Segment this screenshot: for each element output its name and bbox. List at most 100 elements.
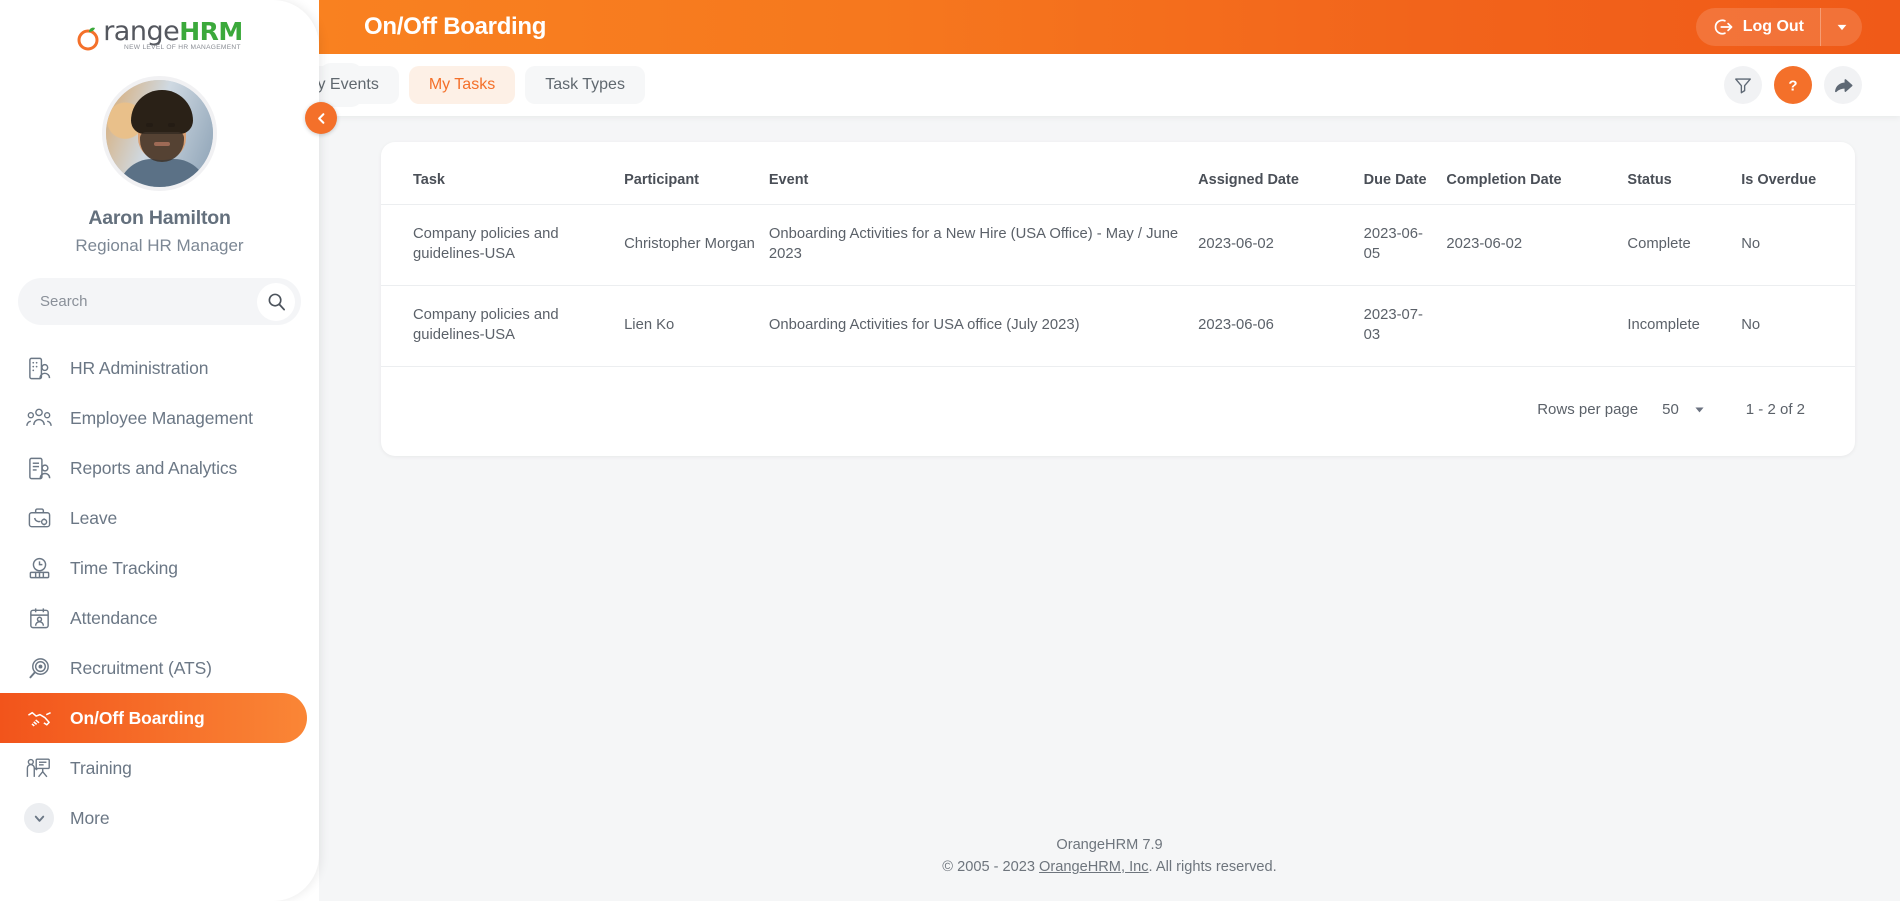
my-tasks-table: Task Participant Event Assigned Date Due…	[381, 142, 1855, 367]
sidebar-item-label: On/Off Boarding	[70, 707, 205, 728]
column-header-assigned-date: Assigned Date	[1198, 142, 1364, 205]
rows-per-page-select[interactable]: 50	[1662, 401, 1706, 418]
more-icon-wrap	[24, 803, 54, 833]
sidebar-item-label: Employee Management	[70, 407, 253, 428]
top-header: On/Off Boarding Log Out	[319, 0, 1900, 54]
search-box	[18, 278, 301, 325]
reports-analytics-icon	[24, 453, 54, 483]
cell-completion-date: 2023-06-02	[1446, 204, 1628, 286]
footer-copyright: © 2005 - 2023 OrangeHRM, Inc. All rights…	[319, 857, 1900, 879]
user-name: Aaron Hamilton	[88, 207, 231, 229]
cell-task: Company policies and guidelines-USA	[381, 204, 625, 286]
orange-logo-icon	[76, 25, 102, 51]
sidebar-item-recruitment-ats[interactable]: Recruitment (ATS)	[0, 643, 307, 693]
onoff-boarding-icon	[24, 703, 54, 733]
table-row[interactable]: Company policies and guidelines-USA Chri…	[381, 204, 1855, 286]
sidebar-item-hr-administration[interactable]: HR Administration	[0, 343, 307, 393]
time-tracking-icon	[24, 553, 54, 583]
cell-event: Onboarding Activities for a New Hire (US…	[768, 204, 1199, 286]
page-title: On/Off Boarding	[364, 13, 547, 40]
logo-text-hrm: HRM	[179, 16, 243, 46]
pagination: Rows per page 50 1 - 2 of 2	[381, 367, 1855, 418]
cell-participant: Lien Ko	[624, 285, 769, 367]
chevron-down-icon	[24, 803, 54, 833]
table-row[interactable]: Company policies and guidelines-USA Lien…	[381, 285, 1855, 367]
chevron-down-icon	[1695, 407, 1704, 413]
pagination-range: 1 - 2 of 2	[1745, 400, 1805, 418]
rows-per-page-label: Rows per page	[1537, 400, 1639, 418]
sidebar-item-reports-and-analytics[interactable]: Reports and Analytics	[0, 443, 307, 493]
sidebar-item-label: HR Administration	[70, 357, 209, 378]
cell-due-date: 2023-07-03	[1363, 285, 1447, 367]
help-icon[interactable]: ?	[1774, 66, 1812, 104]
share-icon[interactable]	[1824, 66, 1862, 104]
sidebar-item-label: Training	[70, 757, 132, 778]
logout-label: Log Out	[1742, 18, 1804, 35]
leave-icon	[24, 503, 54, 533]
column-header-participant: Participant	[624, 142, 769, 205]
hr-administration-icon	[24, 353, 54, 383]
logo-tagline: NEW LEVEL OF HR MANAGEMENT	[124, 43, 241, 51]
column-header-status: Status	[1627, 142, 1742, 205]
cell-status: Incomplete	[1627, 285, 1742, 367]
tasks-card: Task Participant Event Assigned Date Due…	[381, 142, 1855, 456]
employee-management-icon	[24, 403, 54, 433]
cell-due-date: 2023-06-05	[1363, 204, 1447, 286]
sidebar-item-label: Attendance	[70, 607, 158, 628]
cell-task: Company policies and guidelines-USA	[381, 285, 625, 367]
column-header-task: Task	[381, 142, 625, 205]
sidebar-item-label: Leave	[70, 507, 118, 528]
footer-copyright-prefix: © 2005 - 2023	[942, 859, 1040, 876]
sidebar-item-more[interactable]: More	[0, 793, 307, 843]
logout-button[interactable]: Log Out	[1695, 8, 1862, 46]
sidebar-collapse-button[interactable]	[305, 102, 337, 134]
logout-dropdown-toggle[interactable]	[1820, 8, 1862, 46]
sidebar-item-label: Reports and Analytics	[70, 457, 238, 478]
cell-is-overdue: No	[1741, 285, 1855, 367]
tabs-group: Events Employee Tasks My Events My Tasks…	[4, 63, 704, 107]
sidebar-item-onoff-boarding[interactable]: On/Off Boarding	[0, 693, 307, 743]
logout-icon	[1714, 17, 1734, 37]
sidebar-item-leave[interactable]: Leave	[0, 493, 307, 543]
sidebar-item-label: Recruitment (ATS)	[70, 657, 212, 678]
column-header-event: Event	[768, 142, 1199, 205]
tab-bar: Events Employee Tasks My Events My Tasks…	[4, 54, 1900, 116]
sidebar-item-attendance[interactable]: Attendance	[0, 593, 307, 643]
cell-completion-date	[1446, 285, 1628, 367]
attendance-icon	[24, 603, 54, 633]
avatar-wrapper	[0, 76, 319, 191]
sidebar-item-label: Time Tracking	[70, 557, 178, 578]
main-content: Task Participant Event Assigned Date Due…	[319, 116, 1900, 901]
sidebar-item-time-tracking[interactable]: Time Tracking	[0, 543, 307, 593]
app-root: range HRM NEW LEVEL OF HR MANAGEMENT Aar…	[0, 0, 1900, 901]
footer-company-link[interactable]: OrangeHRM, Inc	[1039, 859, 1149, 875]
sidebar-item-employee-management[interactable]: Employee Management	[0, 393, 307, 443]
tab-my-tasks[interactable]: My Tasks	[408, 66, 516, 104]
search-input[interactable]	[40, 293, 257, 310]
footer-copyright-suffix: . All rights reserved.	[1148, 859, 1277, 876]
table-head: Task Participant Event Assigned Date Due…	[381, 142, 1855, 205]
recruitment-icon	[24, 653, 54, 683]
cell-assigned-date: 2023-06-06	[1198, 285, 1364, 367]
cell-participant: Christopher Morgan	[624, 204, 769, 286]
brand-logo[interactable]: range HRM NEW LEVEL OF HR MANAGEMENT	[0, 0, 319, 58]
sidebar-nav: HR Administration Employee Management Re…	[0, 343, 319, 843]
footer: OrangeHRM 7.9 © 2005 - 2023 OrangeHRM, I…	[319, 835, 1900, 879]
cell-is-overdue: No	[1741, 204, 1855, 286]
rows-per-page-value: 50	[1662, 400, 1679, 418]
svg-text:?: ?	[1788, 78, 1797, 95]
training-icon	[24, 753, 54, 783]
sidebar: range HRM NEW LEVEL OF HR MANAGEMENT Aar…	[0, 0, 319, 901]
filter-icon[interactable]	[1724, 66, 1762, 104]
column-header-due-date: Due Date	[1363, 142, 1447, 205]
avatar[interactable]	[102, 76, 217, 191]
logout-main[interactable]: Log Out	[1696, 8, 1820, 46]
tab-task-types[interactable]: Task Types	[525, 66, 645, 104]
column-header-completion-date: Completion Date	[1446, 142, 1628, 205]
toolbar-actions: ?	[1724, 66, 1862, 104]
table-body: Company policies and guidelines-USA Chri…	[381, 204, 1855, 367]
cell-status: Complete	[1627, 204, 1742, 286]
cell-assigned-date: 2023-06-02	[1198, 204, 1364, 286]
search-icon[interactable]	[257, 282, 295, 321]
sidebar-item-training[interactable]: Training	[0, 743, 307, 793]
